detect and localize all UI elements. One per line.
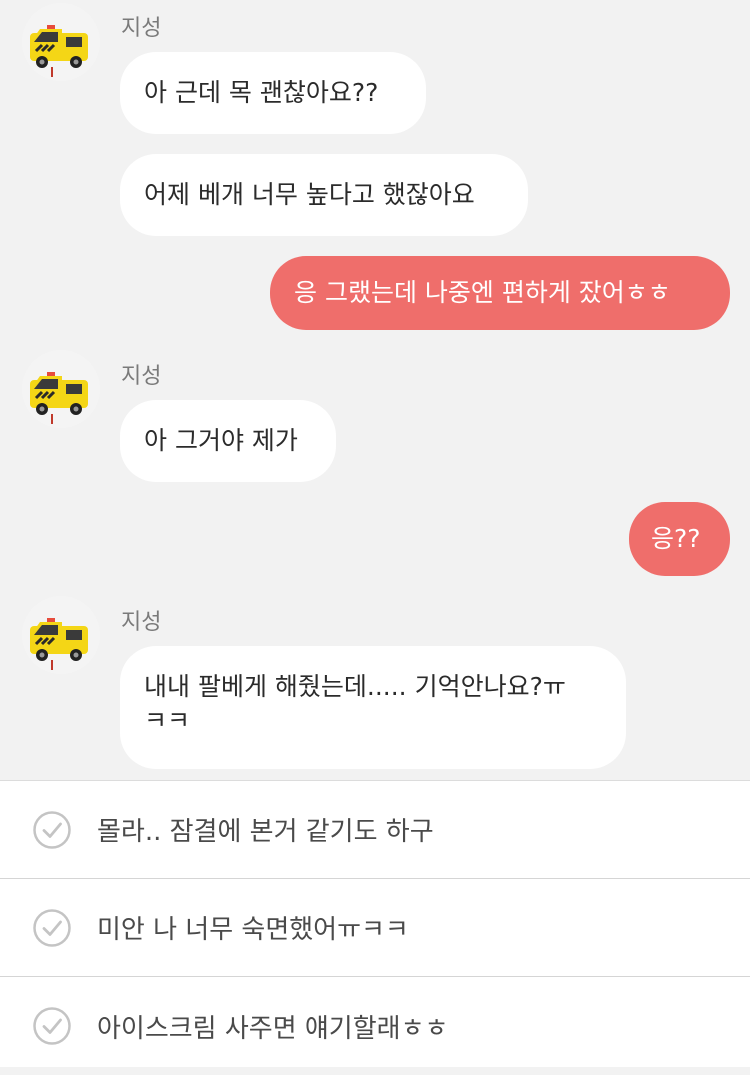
- message-text-line: ㅋㅋ: [144, 705, 191, 735]
- reply-option[interactable]: 몰라.. 잠결에 본거 같기도 하구: [0, 781, 750, 879]
- check-circle-icon: [33, 810, 71, 849]
- check-circle-icon: [33, 908, 71, 947]
- message-text: 응??: [651, 524, 701, 554]
- reply-option-label: 몰라.. 잠결에 본거 같기도 하구: [97, 817, 434, 847]
- sender-avatar[interactable]: [22, 350, 100, 428]
- message-text: 어제 베개 너무 높다고 했잖아요: [144, 180, 475, 210]
- message-bubble-incoming: 아 근데 목 괜찮아요??: [120, 52, 426, 134]
- reply-option-label: 미안 나 너무 숙면했어ㅠㅋㅋ: [97, 915, 409, 945]
- sender-name: 지성: [121, 364, 162, 389]
- message-text: 응 그랬는데 나중엔 편하게 잤어ㅎㅎ: [294, 278, 671, 308]
- chat-area: 지성 아 근데 목 괜찮아요?? 어제 베개 너무 높다고 했잖아요 응 그랬는…: [0, 0, 750, 780]
- message-text-line: 내내 팔베게 해줬는데..... 기억안나요?ㅠ: [144, 672, 566, 701]
- message-bubble-outgoing: 응??: [629, 502, 730, 576]
- sender-avatar[interactable]: [22, 596, 100, 674]
- check-circle-icon: [33, 1007, 71, 1045]
- ambulance-icon: [22, 596, 100, 674]
- sender-avatar[interactable]: [22, 3, 100, 81]
- message-bubble-incoming: 어제 베개 너무 높다고 했잖아요: [120, 154, 528, 236]
- message-bubble-incoming: 아 그거야 제가: [120, 400, 336, 482]
- sender-name: 지성: [121, 16, 162, 41]
- message-text: 아 근데 목 괜찮아요??: [144, 78, 379, 108]
- message-text: 아 그거야 제가: [144, 426, 298, 456]
- reply-option-label: 아이스크림 사주면 얘기할래ㅎㅎ: [97, 1013, 449, 1044]
- message-bubble-outgoing: 응 그랬는데 나중엔 편하게 잤어ㅎㅎ: [270, 256, 730, 330]
- sender-name: 지성: [121, 610, 162, 635]
- message-bubble-incoming: 내내 팔베게 해줬는데..... 기억안나요?ㅠ ㅋㅋ: [120, 646, 626, 769]
- reply-option[interactable]: 미안 나 너무 숙면했어ㅠㅋㅋ: [0, 879, 750, 977]
- ambulance-icon: [22, 3, 100, 81]
- ambulance-icon: [22, 350, 100, 428]
- reply-option[interactable]: 아이스크림 사주면 얘기할래ㅎㅎ: [0, 977, 750, 1075]
- reply-options-panel: 몰라.. 잠결에 본거 같기도 하구 미안 나 너무 숙면했어ㅠㅋㅋ 아이스크림…: [0, 780, 750, 1067]
